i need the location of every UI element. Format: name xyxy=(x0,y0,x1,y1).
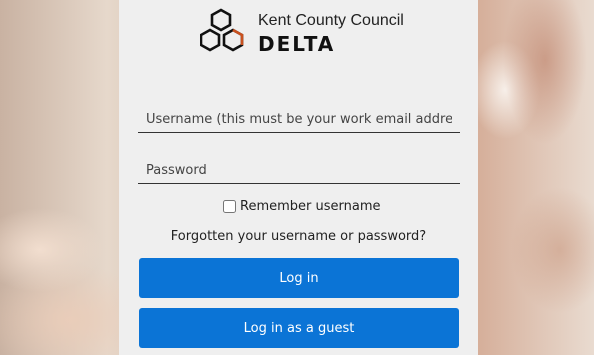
kcc-delta-logo: Kent County Council DELTA xyxy=(200,8,430,60)
remember-username-label: Remember username xyxy=(240,199,381,214)
guest-login-button[interactable]: Log in as a guest xyxy=(139,308,459,348)
login-panel: Kent County Council DELTA Remember usern… xyxy=(119,0,478,355)
brand-name: DELTA xyxy=(258,32,336,56)
remember-username[interactable]: Remember username xyxy=(223,199,381,214)
organisation-name: Kent County Council xyxy=(258,12,404,29)
hexagon-cluster-icon xyxy=(200,8,244,52)
remember-username-checkbox[interactable] xyxy=(223,200,236,213)
login-button[interactable]: Log in xyxy=(139,258,459,298)
password-input[interactable] xyxy=(138,158,460,184)
username-input[interactable] xyxy=(138,107,460,133)
forgot-credentials-link[interactable]: Forgotten your username or password? xyxy=(119,229,478,244)
